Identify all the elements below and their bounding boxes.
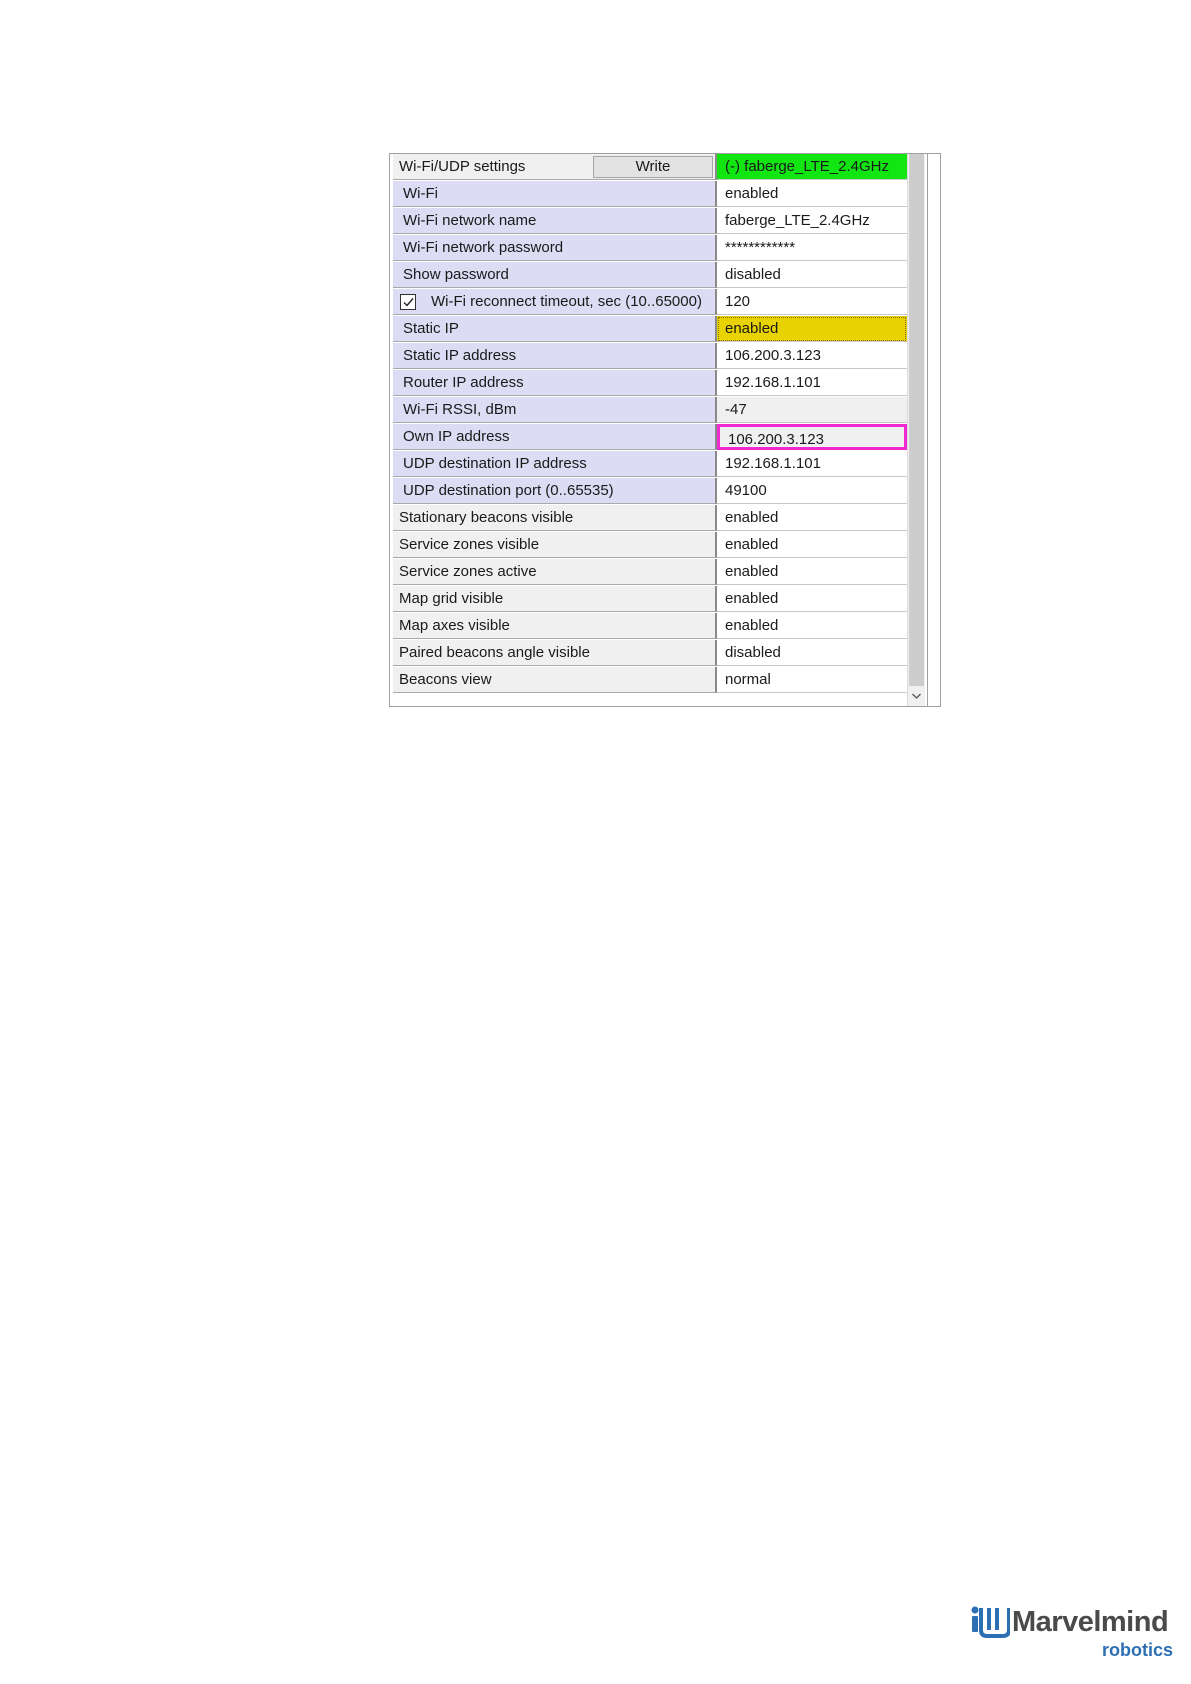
setting-value[interactable]: 192.168.1.101 [717, 451, 907, 477]
setting-row-service-zones-visible[interactable]: Service zones visible enabled [390, 532, 907, 559]
setting-label: Service zones visible [393, 532, 717, 558]
setting-row-wifi[interactable]: Wi-Fi enabled [390, 181, 907, 208]
setting-label: Map grid visible [393, 586, 717, 612]
setting-value[interactable]: enabled [717, 586, 907, 612]
setting-value[interactable]: 106.200.3.123 [717, 343, 907, 369]
logo-subtitle: robotics [1102, 1640, 1174, 1660]
checkbox-checked-icon[interactable] [400, 294, 416, 310]
scrollbar-thumb[interactable] [909, 154, 924, 686]
setting-value[interactable]: enabled [717, 505, 907, 531]
setting-label: Router IP address [393, 370, 717, 396]
settings-header-row: Wi-Fi/UDP settings Write (-) faberge_LTE… [390, 154, 907, 181]
setting-row-map-axes[interactable]: Map axes visible enabled [390, 613, 907, 640]
setting-row-static-ip[interactable]: Static IP enabled [390, 316, 907, 343]
setting-label: Wi-Fi network password [393, 235, 717, 261]
setting-label: Wi-Fi reconnect timeout, sec (10..65000) [393, 289, 717, 315]
setting-label: Static IP address [393, 343, 717, 369]
setting-label: Stationary beacons visible [393, 505, 717, 531]
setting-value[interactable]: enabled [717, 181, 907, 207]
setting-value[interactable]: enabled [717, 613, 907, 639]
setting-label: Wi-Fi [393, 181, 717, 207]
setting-row-service-zones-active[interactable]: Service zones active enabled [390, 559, 907, 586]
panel-edge [927, 154, 940, 706]
logo-wordmark: Marvelmind [1012, 1606, 1169, 1638]
setting-label: Map axes visible [393, 613, 717, 639]
setting-value[interactable]: disabled [717, 262, 907, 288]
write-button[interactable]: Write [593, 156, 713, 178]
network-status: (-) faberge_LTE_2.4GHz [717, 154, 907, 180]
setting-row-network-name[interactable]: Wi-Fi network name faberge_LTE_2.4GHz [390, 208, 907, 235]
setting-label: UDP destination IP address [393, 451, 717, 477]
vertical-scrollbar[interactable] [907, 154, 925, 706]
setting-value[interactable]: normal [717, 667, 907, 693]
settings-rows: Wi-Fi/UDP settings Write (-) faberge_LTE… [390, 154, 907, 694]
setting-label: Wi-Fi network name [393, 208, 717, 234]
setting-row-own-ip: Own IP address 106.200.3.123 [390, 424, 907, 451]
setting-row-paired-beacons-angle[interactable]: Paired beacons angle visible disabled [390, 640, 907, 667]
setting-label: Beacons view [393, 667, 717, 693]
marvelmind-mark-icon [971, 1606, 1010, 1638]
own-ip-highlight: 106.200.3.123 [717, 424, 907, 450]
setting-row-rssi: Wi-Fi RSSI, dBm -47 [390, 397, 907, 424]
setting-value[interactable]: faberge_LTE_2.4GHz [717, 208, 907, 234]
setting-value[interactable]: 120 [717, 289, 907, 315]
setting-label: Wi-Fi RSSI, dBm [393, 397, 717, 423]
wifi-udp-settings-grid: Wi-Fi/UDP settings Write (-) faberge_LTE… [389, 153, 941, 707]
setting-value-readonly: -47 [717, 397, 907, 423]
setting-row-stationary-beacons[interactable]: Stationary beacons visible enabled [390, 505, 907, 532]
setting-row-static-ip-address[interactable]: Static IP address 106.200.3.123 [390, 343, 907, 370]
setting-row-reconnect-timeout[interactable]: Wi-Fi reconnect timeout, sec (10..65000)… [390, 289, 907, 316]
setting-value[interactable]: disabled [717, 640, 907, 666]
setting-value[interactable]: ************ [717, 235, 907, 261]
setting-row-map-grid[interactable]: Map grid visible enabled [390, 586, 907, 613]
setting-value[interactable]: enabled [717, 559, 907, 585]
setting-row-router-ip[interactable]: Router IP address 192.168.1.101 [390, 370, 907, 397]
setting-value-selected[interactable]: enabled [717, 316, 907, 342]
setting-value[interactable]: 49100 [717, 478, 907, 504]
setting-row-beacons-view[interactable]: Beacons view normal [390, 667, 907, 694]
setting-row-udp-destination-ip[interactable]: UDP destination IP address 192.168.1.101 [390, 451, 907, 478]
setting-label: Show password [393, 262, 717, 288]
setting-row-network-password[interactable]: Wi-Fi network password ************ [390, 235, 907, 262]
setting-row-show-password[interactable]: Show password disabled [390, 262, 907, 289]
setting-label: UDP destination port (0..65535) [393, 478, 717, 504]
setting-label: Paired beacons angle visible [393, 640, 717, 666]
setting-label: Own IP address [393, 424, 717, 450]
setting-value[interactable]: enabled [717, 532, 907, 558]
setting-label: Service zones active [393, 559, 717, 585]
setting-label: Static IP [393, 316, 717, 342]
setting-row-udp-destination-port[interactable]: UDP destination port (0..65535) 49100 [390, 478, 907, 505]
chevron-down-icon[interactable] [909, 688, 924, 704]
marvelmind-logo: Marvelmind robotics [970, 1604, 1174, 1664]
setting-value[interactable]: 192.168.1.101 [717, 370, 907, 396]
